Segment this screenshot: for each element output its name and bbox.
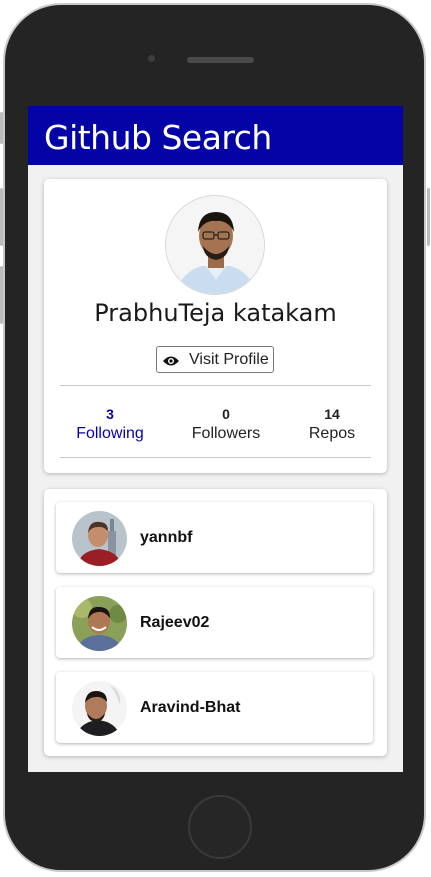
earpiece-speaker (187, 57, 254, 63)
username: Aravind-Bhat (140, 699, 241, 716)
profile-avatar (165, 195, 265, 295)
stats-divider-bottom (60, 457, 371, 458)
profile-card: PrabhuTeja katakam Visit Profile 3 Follo… (44, 179, 387, 473)
visit-profile-label: Visit Profile (189, 350, 269, 368)
user-avatar (72, 681, 127, 736)
stat-followers-label: Followers (191, 425, 261, 442)
list-item[interactable]: Rajeev02 (56, 587, 373, 658)
stat-following[interactable]: 3 Following (55, 406, 165, 443)
user-avatar (72, 511, 127, 566)
stats-divider-top (60, 385, 371, 386)
front-camera (148, 55, 155, 62)
profile-name: PrabhuTeja katakam (94, 299, 337, 327)
volume-down-button (0, 266, 3, 324)
volume-up-button (0, 188, 3, 246)
username: yannbf (140, 529, 193, 546)
visit-profile-button[interactable]: Visit Profile (156, 346, 274, 373)
following-list: yannbf Rajeev02 Aravind-Bhat (44, 489, 387, 756)
stat-repos[interactable]: 14 Repos (277, 406, 387, 443)
power-button (427, 188, 430, 246)
stat-following-label: Following (76, 425, 144, 442)
list-item[interactable]: Aravind-Bhat (56, 672, 373, 743)
user-avatar (72, 596, 127, 651)
stat-followers[interactable]: 0 Followers (171, 406, 281, 443)
app-bar: Github Search (28, 106, 403, 165)
stat-repos-count: 14 (324, 406, 340, 422)
home-button[interactable] (188, 795, 252, 859)
stat-following-count: 3 (106, 406, 114, 422)
stat-followers-count: 0 (222, 406, 230, 422)
app-screen: Github Search PrabhuTeja katakam Visit P… (28, 106, 403, 772)
username: Rajeev02 (140, 614, 210, 631)
eye-icon (163, 354, 179, 366)
app-title: Github Search (44, 118, 272, 157)
list-item[interactable]: yannbf (56, 502, 373, 573)
stat-repos-label: Repos (308, 425, 356, 442)
mute-switch (0, 112, 3, 144)
